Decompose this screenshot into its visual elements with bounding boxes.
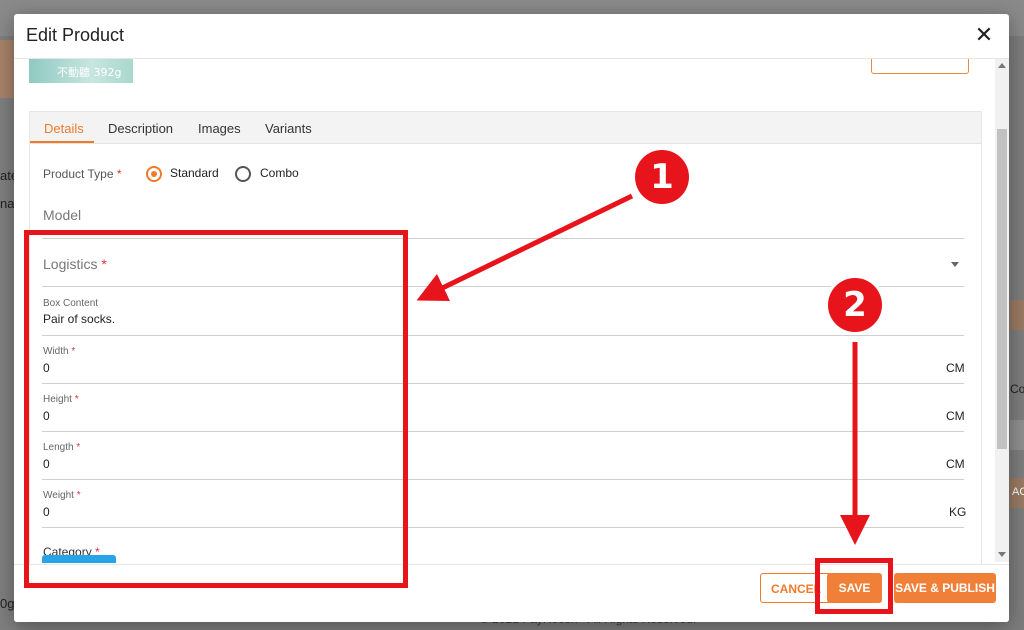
annotation-arrow-1 — [416, 193, 634, 301]
annotation-arrows — [416, 193, 870, 545]
